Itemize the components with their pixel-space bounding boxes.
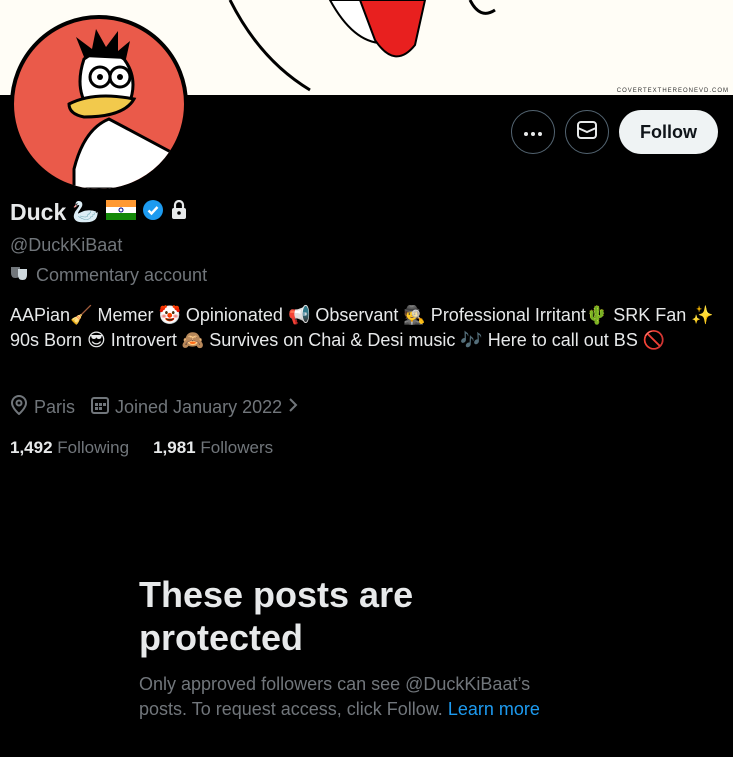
more-button[interactable]: [511, 110, 555, 154]
handle: @DuckKiBaat: [10, 235, 123, 255]
theater-masks-icon: [10, 265, 28, 286]
chevron-right-icon: [288, 397, 298, 418]
learn-more-link[interactable]: Learn more: [448, 699, 540, 719]
following-link[interactable]: 1,492 Following: [10, 438, 129, 458]
display-name: Duck: [10, 199, 67, 225]
followers-link[interactable]: 1,981 Followers: [153, 438, 273, 458]
profile-actions: Follow: [511, 110, 718, 154]
follow-button[interactable]: Follow: [619, 110, 718, 154]
bio: AAPian🧹 Memer 🤡 Opinionated 📢 Observant …: [10, 305, 714, 350]
location: Paris: [10, 394, 76, 420]
goose-emoji: 🦢: [72, 200, 100, 225]
joined-date[interactable]: Joined January 2022: [91, 396, 298, 419]
name-row: Duck 🦢: [10, 199, 188, 226]
mail-icon: [577, 120, 597, 144]
following-label: Following: [57, 438, 130, 457]
calendar-icon: [91, 396, 110, 419]
more-icon: [524, 123, 542, 141]
account-label[interactable]: Commentary account: [10, 265, 207, 286]
joined-text: Joined January 2022: [115, 397, 283, 417]
follow-stats: 1,492 Following 1,981 Followers: [10, 438, 273, 458]
message-button[interactable]: [565, 110, 609, 154]
duck-avatar-illustration: [67, 29, 184, 189]
lock-icon: [170, 199, 188, 225]
profile-meta: Paris Joined January 2022: [10, 394, 314, 420]
location-icon: [10, 394, 28, 420]
followers-count: 1,981: [153, 438, 196, 457]
banner-credit: COVERTEXTHEREONEVD.COM: [616, 88, 729, 94]
verified-badge-icon[interactable]: [142, 199, 164, 226]
protected-title: These posts are protected: [139, 574, 414, 658]
account-label-text: Commentary account: [36, 265, 208, 285]
avatar[interactable]: [10, 15, 188, 193]
following-count: 1,492: [10, 438, 53, 457]
followers-label: Followers: [200, 438, 274, 457]
location-text: Paris: [34, 397, 76, 417]
india-flag-icon: [105, 200, 136, 225]
protected-message: Only approved followers can see @DuckKiB…: [139, 672, 579, 722]
